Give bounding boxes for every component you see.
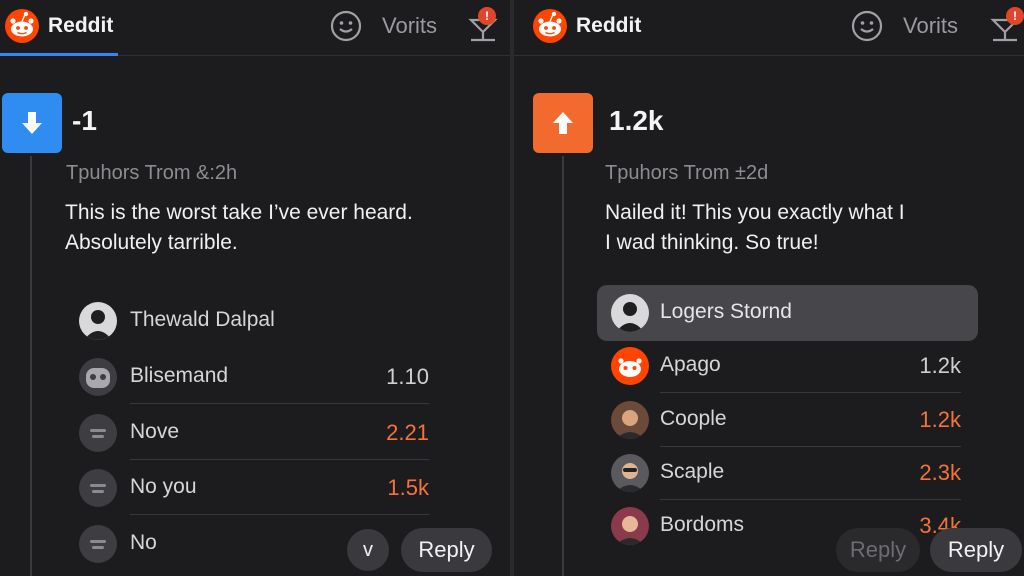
list-item[interactable]: No you 1.5k bbox=[79, 463, 429, 515]
reply-score: 1.2k bbox=[919, 407, 961, 432]
divider bbox=[130, 403, 429, 404]
vorits-label[interactable]: Vorits bbox=[382, 13, 437, 39]
downvote-button[interactable] bbox=[2, 93, 62, 153]
username: Thewald Dalpal bbox=[130, 308, 275, 331]
default-avatar-icon bbox=[79, 414, 117, 452]
reddit-avatar-icon bbox=[611, 347, 649, 385]
brand[interactable]: Reddit bbox=[532, 8, 641, 44]
reply-button[interactable]: Reply bbox=[401, 528, 492, 572]
default-avatar-icon bbox=[79, 525, 117, 563]
username: No you bbox=[130, 475, 197, 498]
brand[interactable]: Reddit bbox=[4, 8, 113, 44]
list-item[interactable]: Nove 2.21 bbox=[79, 408, 429, 460]
reddit-logo-icon bbox=[5, 9, 39, 43]
right-comment-pane: Reddit Vorits 1.2k Tpuhors Trom ±2d Nail… bbox=[514, 0, 1024, 576]
left-comment-pane: Reddit Vorits ! -1 Tpuhors Trom &:2h Thi… bbox=[0, 0, 510, 576]
user-avatar-icon bbox=[611, 294, 649, 332]
divider bbox=[130, 514, 429, 515]
username: Scaple bbox=[660, 460, 725, 483]
top-bar: Reddit Vorits bbox=[514, 0, 1024, 56]
smile-icon[interactable] bbox=[851, 10, 883, 42]
user-avatar-icon bbox=[611, 401, 649, 439]
list-item[interactable]: Coople 1.2k bbox=[611, 395, 961, 447]
list-item[interactable]: Thewald Dalpal bbox=[79, 296, 429, 348]
reply-button[interactable]: Reply bbox=[930, 528, 1022, 572]
comment-meta: Tpuhors Trom &:2h bbox=[66, 162, 238, 184]
arrow-down-icon bbox=[22, 112, 42, 134]
comment-meta: Tpuhors Trom ±2d bbox=[605, 162, 769, 184]
user-avatar-icon bbox=[611, 454, 649, 492]
brand-name: Reddit bbox=[576, 14, 642, 37]
username: Coople bbox=[660, 407, 727, 430]
username: Blisemand bbox=[130, 364, 229, 387]
divider bbox=[660, 446, 961, 447]
discord-avatar-icon bbox=[79, 358, 117, 396]
upvote-button[interactable] bbox=[533, 93, 593, 153]
ghost-reply-button[interactable]: Reply bbox=[836, 528, 920, 572]
top-bar: Reddit Vorits ! bbox=[0, 0, 510, 56]
notification-badge: ! bbox=[1006, 7, 1024, 25]
username: Bordoms bbox=[660, 513, 745, 536]
divider bbox=[660, 499, 961, 500]
reply-score: 2.3k bbox=[919, 460, 961, 485]
comment-body-line: Absolutely tarrible. bbox=[65, 231, 238, 254]
username: Nove bbox=[130, 420, 180, 443]
reply-score: 1.10 bbox=[386, 364, 429, 389]
list-item[interactable]: Scaple 2.3k bbox=[611, 448, 961, 500]
divider bbox=[130, 459, 429, 460]
comment-body-line: Nailed it! This you exactly what I bbox=[605, 201, 905, 224]
brand-name: Reddit bbox=[48, 14, 114, 37]
reply-score: 2.21 bbox=[386, 420, 429, 445]
comment-score: -1 bbox=[72, 105, 97, 136]
thread-line[interactable] bbox=[30, 156, 32, 576]
thread-line[interactable] bbox=[562, 156, 564, 576]
reply-score: 1.5k bbox=[387, 475, 429, 500]
list-item[interactable]: Blisemand 1.10 bbox=[79, 352, 429, 404]
smile-icon[interactable] bbox=[330, 10, 362, 42]
comment-body-line: This is the worst take I’ve ever heard. bbox=[65, 201, 413, 224]
username: Logers Stornd bbox=[660, 300, 792, 323]
comment-body: Nailed it! This you exactly what I I wad… bbox=[605, 198, 905, 258]
comment-body-line: I wad thinking. So true! bbox=[605, 231, 819, 254]
reddit-logo-icon bbox=[533, 9, 567, 43]
notification-badge: ! bbox=[478, 7, 496, 25]
list-item[interactable]: Logers Stornd bbox=[611, 288, 961, 340]
active-tab-indicator bbox=[0, 53, 118, 56]
comment-body: This is the worst take I’ve ever heard. … bbox=[65, 198, 413, 258]
username: Apago bbox=[660, 353, 721, 376]
username: No bbox=[130, 531, 157, 554]
arrow-up-icon bbox=[553, 112, 573, 134]
user-avatar-icon bbox=[611, 507, 649, 545]
default-avatar-icon bbox=[79, 469, 117, 507]
list-item[interactable]: Apago 1.2k bbox=[611, 341, 961, 393]
reply-score: 1.2k bbox=[919, 353, 961, 378]
vorits-label[interactable]: Vorits bbox=[903, 13, 958, 39]
divider bbox=[660, 392, 961, 393]
collapse-button[interactable]: v bbox=[347, 529, 389, 571]
comment-score: 1.2k bbox=[609, 105, 664, 136]
user-avatar-icon bbox=[79, 302, 117, 340]
